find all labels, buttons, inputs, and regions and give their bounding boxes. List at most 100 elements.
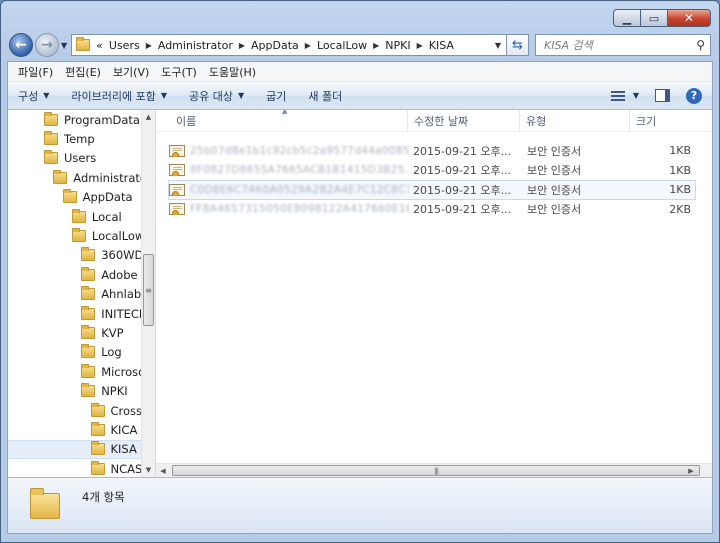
breadcrumb-arrow-icon[interactable]: ▶ <box>417 41 423 50</box>
column-header-type[interactable]: 유형 <box>520 110 630 131</box>
tree-item[interactable]: KVP <box>8 323 141 342</box>
menu-file[interactable]: 파일(F) <box>18 64 53 80</box>
folder-icon <box>44 150 58 165</box>
caption-buttons: ▁ ▭ ✕ <box>613 9 711 27</box>
tree-item[interactable]: KICA <box>8 420 141 439</box>
breadcrumb-arrow-icon[interactable]: ▶ <box>146 41 152 50</box>
navigation-scrollbar[interactable]: ▲ ≡ ▼ <box>141 110 155 477</box>
menu-tools[interactable]: 도구(T) <box>161 64 197 80</box>
tree-item[interactable]: LocalLow <box>8 226 141 245</box>
search-icon[interactable]: ⚲ <box>696 38 705 52</box>
tree-item[interactable]: Local <box>8 207 141 226</box>
refresh-button[interactable]: ⇆ <box>507 34 529 56</box>
tree-item[interactable]: Ahnlab <box>8 285 141 304</box>
preview-pane-icon[interactable] <box>655 89 670 102</box>
tree-item[interactable]: Users <box>8 149 141 168</box>
file-size: 1KB <box>669 144 691 158</box>
tree-item[interactable]: Log <box>8 343 141 362</box>
tree-item[interactable]: INITECH <box>8 304 141 323</box>
details-pane: 4개 항목 <box>8 477 712 533</box>
recent-pages-dropdown[interactable]: ▼ <box>61 41 67 50</box>
back-arrow-icon: ← <box>15 37 27 53</box>
breadcrumb-appdata[interactable]: AppData ▶ <box>251 39 317 52</box>
tree-item[interactable]: NCASign <box>8 459 141 477</box>
folder-icon <box>76 37 91 51</box>
view-options-dropdown[interactable]: ▼ <box>633 91 639 100</box>
horizontal-scroll-thumb[interactable]: ||| <box>172 465 700 476</box>
file-name: C0D8E6C7460A0529A2B2A4E7C12C8C7... <box>190 183 409 196</box>
file-name: 25b07d8e1b1c92cb5c2a9577d44a0085... <box>190 144 409 157</box>
breadcrumb-administrator[interactable]: Administrator ▶ <box>158 39 251 52</box>
breadcrumb-users[interactable]: Users ▶ <box>109 39 158 52</box>
back-button[interactable]: ← <box>9 33 33 57</box>
scroll-left-icon[interactable]: ◀ <box>156 464 170 478</box>
tree-item[interactable]: AppData <box>8 188 141 207</box>
menu-view[interactable]: 보기(V) <box>113 64 149 80</box>
file-row[interactable]: FF8A4657315050E8098122A417660E16... 2015-… <box>168 200 696 220</box>
scroll-right-icon[interactable]: ▶ <box>684 464 698 478</box>
folder-tree: ProgramData Temp Users Administrator AppData… <box>8 110 141 477</box>
column-header-name[interactable]: ▲ 이름 <box>156 110 408 131</box>
tree-item[interactable]: KISA <box>8 439 141 460</box>
certificate-icon <box>169 144 185 157</box>
column-header-size[interactable]: 크기 <box>630 110 694 131</box>
file-size: 2KB <box>669 202 691 216</box>
file-row[interactable]: C0D8E6C7460A0529A2B2A4E7C12C8C7... 2015-0… <box>168 180 696 200</box>
breadcrumb-arrow-icon[interactable]: ▶ <box>373 41 379 50</box>
folder-icon <box>90 421 105 436</box>
include-in-library-button[interactable]: 라이브러리에 포함 ▼ <box>71 88 167 104</box>
tree-item[interactable]: Microsoft <box>8 362 141 381</box>
search-input[interactable]: KISA 검색 ⚲ <box>535 34 711 56</box>
burn-button[interactable]: 굽기 <box>266 88 286 104</box>
menu-help[interactable]: 도움말(H) <box>209 64 256 80</box>
address-history-dropdown[interactable]: ▼ <box>490 41 506 50</box>
file-row[interactable]: 25b07d8e1b1c92cb5c2a9577d44a0085... 2015-… <box>168 141 696 161</box>
tree-item-label: KVP <box>101 325 124 340</box>
minimize-button[interactable]: ▁ <box>613 9 641 27</box>
tree-item-label: Cross <box>110 403 142 418</box>
folder-icon <box>81 363 96 378</box>
new-folder-button[interactable]: 새 폴더 <box>308 88 342 104</box>
sort-ascending-icon: ▲ <box>282 110 288 115</box>
address-bar[interactable]: « Users ▶ Administrator ▶ AppData ▶ LocalLo… <box>71 34 507 56</box>
tree-item[interactable]: Adobe <box>8 265 141 284</box>
tree-item[interactable]: ProgramData <box>8 110 141 129</box>
breadcrumb-locallow[interactable]: LocalLow ▶ <box>317 39 385 52</box>
folder-icon <box>53 169 68 184</box>
tree-item-label: KICA <box>110 422 138 437</box>
scroll-down-icon[interactable]: ▼ <box>142 463 155 477</box>
tree-item[interactable]: Temp <box>8 129 141 148</box>
change-view-icon[interactable] <box>610 90 625 101</box>
tree-item[interactable]: 360WD <box>8 246 141 265</box>
breadcrumb-arrow-icon[interactable]: ▶ <box>305 41 311 50</box>
maximize-button[interactable]: ▭ <box>640 9 668 27</box>
file-row[interactable]: 8F0827D8655A7665ACB1B1415D3B25... 2015-09… <box>168 161 696 181</box>
menu-bar: 파일(F) 편집(E) 보기(V) 도구(T) 도움말(H) <box>8 62 712 82</box>
tree-item[interactable]: NPKI <box>8 381 141 400</box>
breadcrumb-kisa[interactable]: KISA <box>429 39 454 52</box>
certificate-icon <box>169 164 185 177</box>
address-overflow-chevron[interactable]: « <box>96 39 103 52</box>
close-button[interactable]: ✕ <box>667 9 711 27</box>
help-icon[interactable]: ? <box>686 87 702 104</box>
file-date: 2015-09-21 오후... <box>413 144 512 158</box>
tree-item[interactable]: Administrator <box>8 168 141 187</box>
share-with-button[interactable]: 공유 대상 ▼ <box>189 88 244 104</box>
organize-button[interactable]: 구성 ▼ <box>18 88 49 104</box>
item-count: 4개 항목 <box>82 489 125 504</box>
scroll-up-icon[interactable]: ▲ <box>142 110 155 124</box>
address-row: ← → ▼ « Users ▶ Administrator ▶ AppData ▶ L… <box>9 31 711 59</box>
horizontal-scrollbar[interactable]: ◀ ||| ▶ <box>156 463 712 477</box>
breadcrumb-arrow-icon[interactable]: ▶ <box>239 41 245 50</box>
tree-item-label: Microsoft <box>101 364 141 379</box>
scroll-thumb[interactable]: ≡ <box>143 254 154 326</box>
menu-edit[interactable]: 편집(E) <box>65 64 101 80</box>
folder-icon <box>90 402 105 417</box>
tree-item-label: NCASign <box>110 461 142 476</box>
forward-button[interactable]: → <box>35 33 59 57</box>
tree-item[interactable]: Cross <box>8 401 141 420</box>
column-header-date[interactable]: 수정한 날짜 <box>408 110 520 131</box>
file-name-cell: FF8A4657315050E8098122A417660E16... <box>169 203 409 216</box>
breadcrumb-npki[interactable]: NPKI ▶ <box>385 39 428 52</box>
folder-icon <box>44 111 58 126</box>
